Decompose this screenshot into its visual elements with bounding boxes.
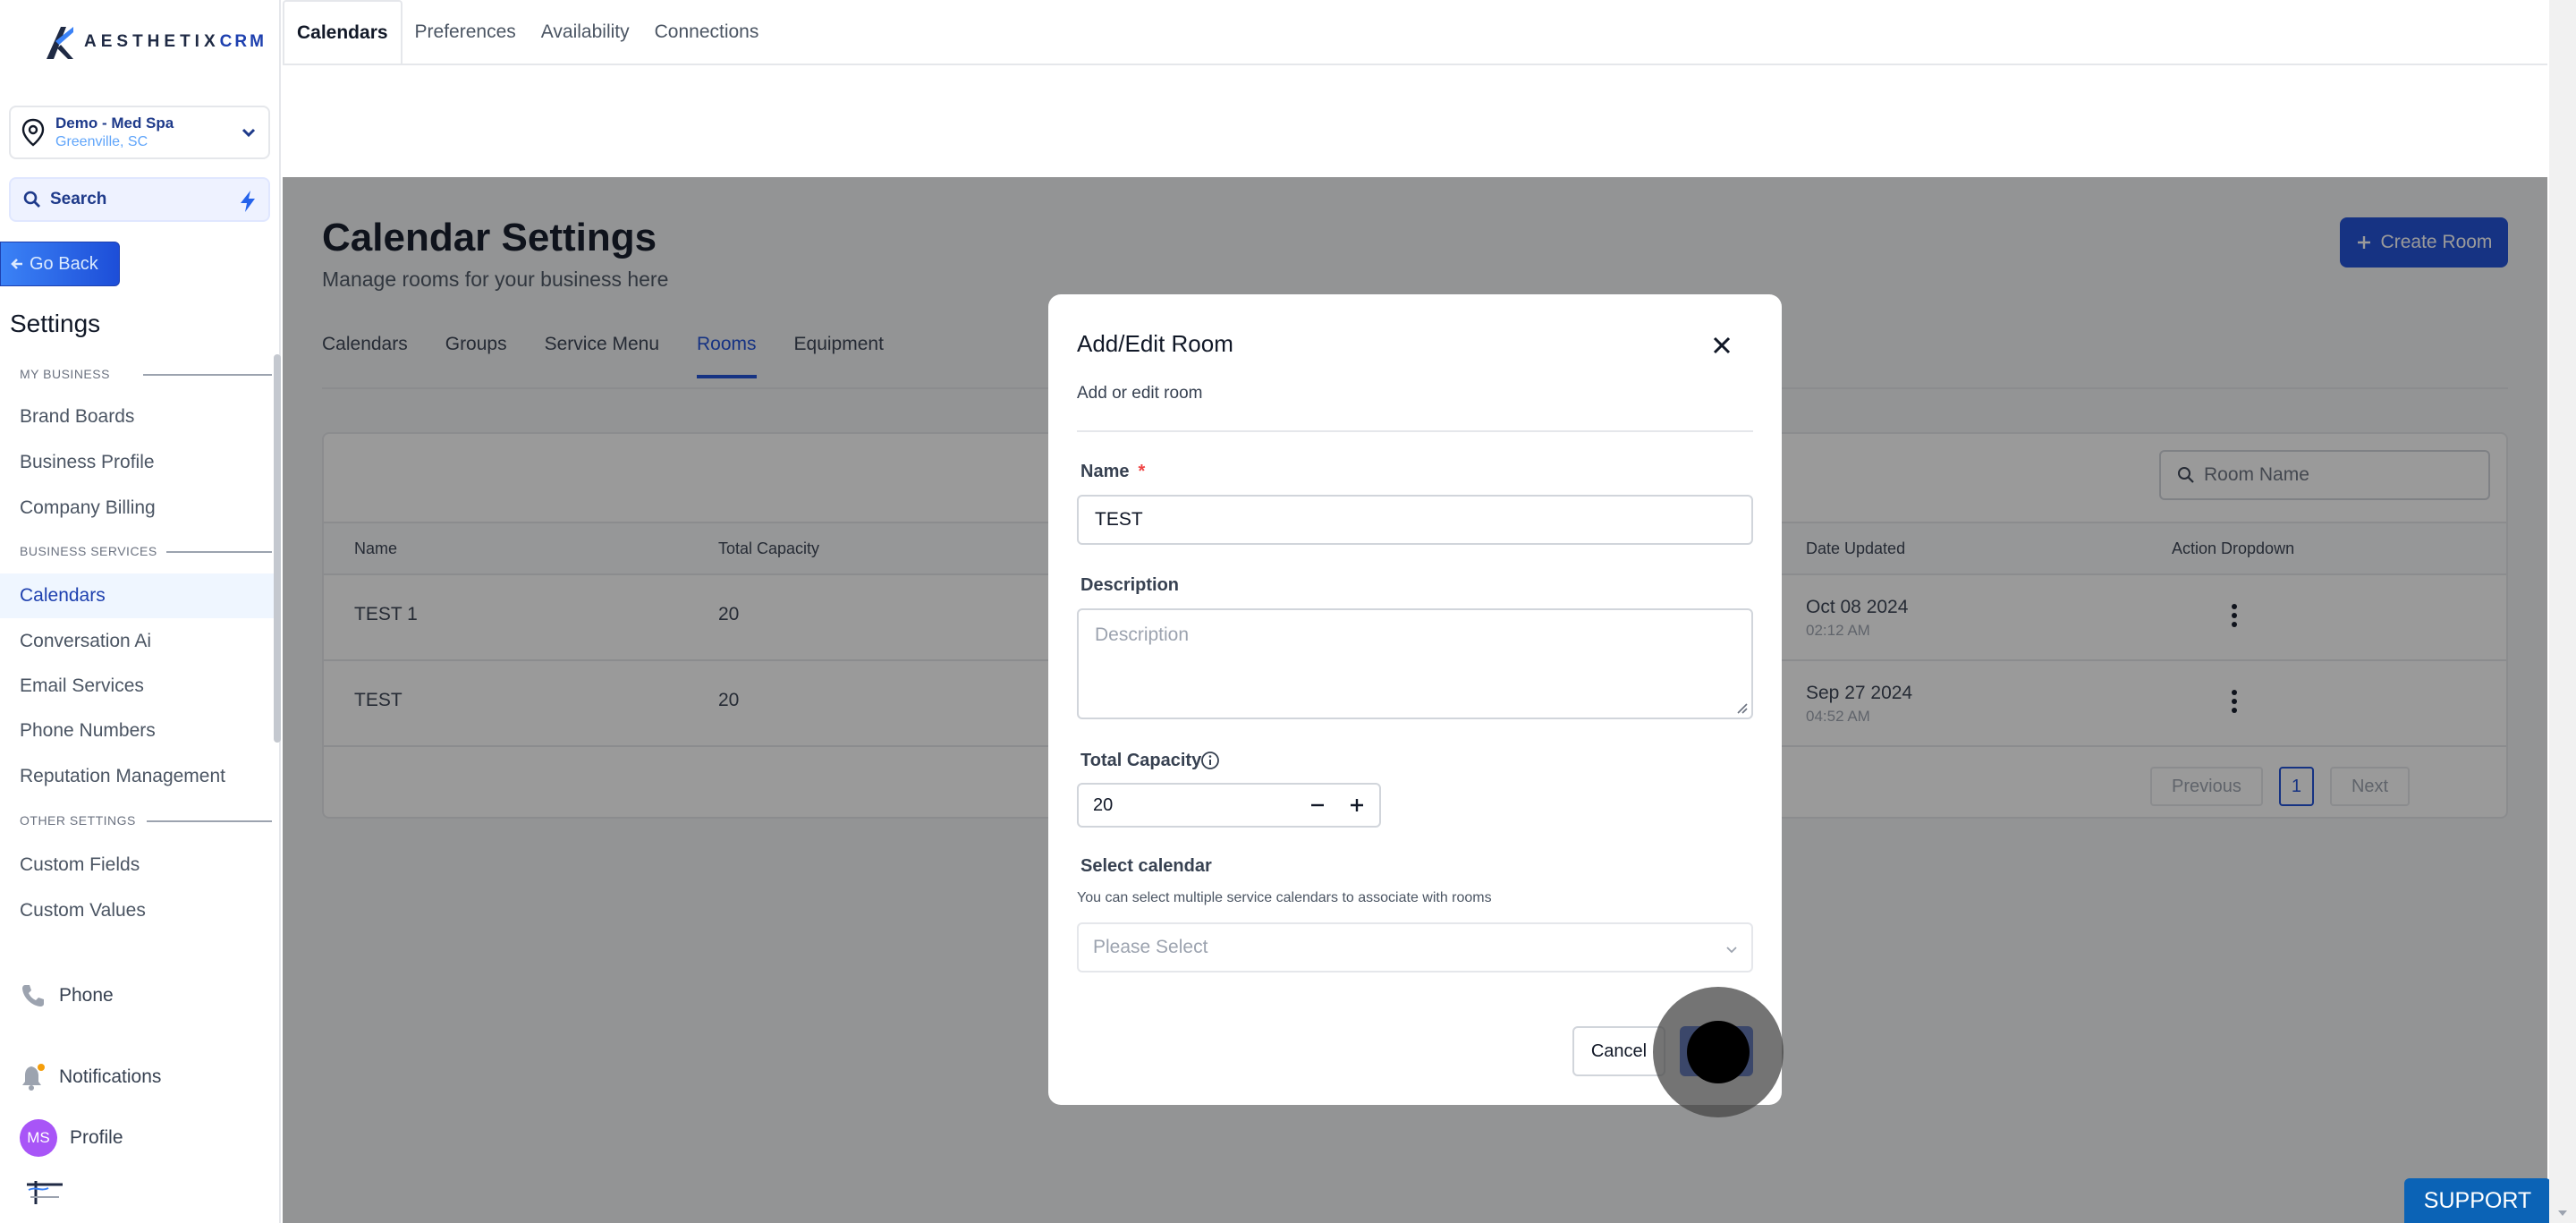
- description-textarea[interactable]: Description: [1077, 608, 1753, 719]
- sidebar: AESTHETIXCRM Demo - Med Spa Greenville, …: [0, 0, 281, 1223]
- brand-logo[interactable]: AESTHETIXCRM: [43, 23, 267, 61]
- sidebar-item-company-billing[interactable]: Company Billing: [0, 486, 274, 531]
- modal-subtitle: Add or edit room: [1077, 384, 1203, 403]
- brand-logo-icon: [47, 27, 73, 59]
- chevron-down-icon: [1726, 947, 1737, 954]
- sidebar-item-calendars[interactable]: Calendars: [0, 573, 274, 618]
- search-icon: [23, 191, 40, 208]
- name-label: Name *: [1080, 462, 1146, 481]
- section-my-business: MY BUSINESS: [20, 367, 110, 381]
- sidebar-item-custom-values[interactable]: Custom Values: [0, 888, 274, 933]
- modal-divider: [1077, 430, 1753, 432]
- plus-icon[interactable]: [1345, 794, 1368, 817]
- caduceus-logo-icon: [27, 1181, 63, 1204]
- capacity-value: 20: [1093, 794, 1114, 815]
- lightning-icon[interactable]: [238, 190, 258, 213]
- sidebar-scrollbar[interactable]: [274, 354, 281, 743]
- location-switcher[interactable]: Demo - Med Spa Greenville, SC: [9, 106, 270, 159]
- scroll-down-arrow-icon[interactable]: [2557, 1209, 2568, 1218]
- sidebar-phone[interactable]: Phone: [20, 982, 114, 1009]
- page-scrollbar[interactable]: [2549, 0, 2576, 1223]
- phone-label: Phone: [59, 985, 114, 1006]
- sidebar-item-brand-boards[interactable]: Brand Boards: [0, 395, 274, 439]
- click-indicator-dot: [1687, 1021, 1750, 1083]
- tab-availability[interactable]: Availability: [529, 0, 642, 64]
- sidebar-item-phone-numbers[interactable]: Phone Numbers: [0, 709, 274, 753]
- description-label: Description: [1080, 575, 1180, 595]
- sidebar-search[interactable]: Search: [9, 177, 270, 222]
- notifications-label: Notifications: [59, 1066, 162, 1087]
- settings-title: Settings: [10, 310, 101, 337]
- add-edit-room-modal: Add/Edit Room Add or edit room Name * TES…: [1048, 294, 1784, 1117]
- location-city: Greenville, SC: [55, 134, 148, 149]
- sidebar-item-custom-fields[interactable]: Custom Fields: [0, 843, 274, 888]
- tab-calendars[interactable]: Calendars: [283, 0, 402, 64]
- map-pin-icon: [21, 118, 45, 147]
- go-back-label: Go Back: [30, 253, 98, 274]
- sidebar-profile[interactable]: MS Profile: [20, 1119, 123, 1157]
- top-nav: Calendars Preferences Availability Conne…: [283, 0, 2547, 65]
- info-icon[interactable]: [1200, 751, 1220, 770]
- tab-connections[interactable]: Connections: [642, 0, 772, 64]
- description-placeholder: Description: [1095, 624, 1190, 645]
- section-other-settings: OTHER SETTINGS: [20, 813, 136, 828]
- section-business-services: BUSINESS SERVICES: [20, 544, 157, 558]
- sidebar-item-reputation-management[interactable]: Reputation Management: [0, 754, 274, 799]
- profile-label: Profile: [70, 1127, 123, 1148]
- tab-preferences[interactable]: Preferences: [402, 0, 529, 64]
- brand-logo-text: AESTHETIXCRM: [84, 32, 267, 51]
- go-back-button[interactable]: Go Back: [0, 242, 120, 286]
- arrow-left-icon: [11, 259, 22, 269]
- chevron-down-icon: [242, 128, 256, 138]
- select-calendar-help: You can select multiple service calendar…: [1077, 890, 1492, 905]
- room-name-input[interactable]: TEST: [1077, 495, 1753, 545]
- minus-icon[interactable]: [1306, 794, 1329, 817]
- location-name: Demo - Med Spa: [55, 115, 174, 132]
- cancel-button[interactable]: Cancel: [1572, 1026, 1665, 1076]
- sidebar-item-business-profile[interactable]: Business Profile: [0, 440, 274, 485]
- select-calendar-placeholder: Please Select: [1093, 937, 1208, 957]
- modal-title: Add/Edit Room: [1077, 330, 1233, 357]
- sidebar-notifications[interactable]: Notifications: [20, 1063, 161, 1091]
- phone-icon: [22, 985, 44, 1006]
- avatar: MS: [20, 1119, 57, 1157]
- bell-icon: [22, 1064, 45, 1091]
- resize-handle-icon[interactable]: [1735, 701, 1748, 714]
- close-icon[interactable]: [1710, 334, 1733, 357]
- sidebar-item-conversation-ai[interactable]: Conversation Ai: [0, 619, 274, 664]
- sidebar-item-email-services[interactable]: Email Services: [0, 664, 274, 709]
- search-label: Search: [50, 190, 107, 208]
- select-calendar-label: Select calendar: [1080, 856, 1212, 876]
- support-button[interactable]: SUPPORT: [2404, 1178, 2551, 1223]
- total-capacity-stepper[interactable]: 20: [1077, 783, 1381, 828]
- total-capacity-label: Total Capacity: [1080, 751, 1202, 770]
- select-calendar-dropdown[interactable]: Please Select: [1077, 922, 1753, 972]
